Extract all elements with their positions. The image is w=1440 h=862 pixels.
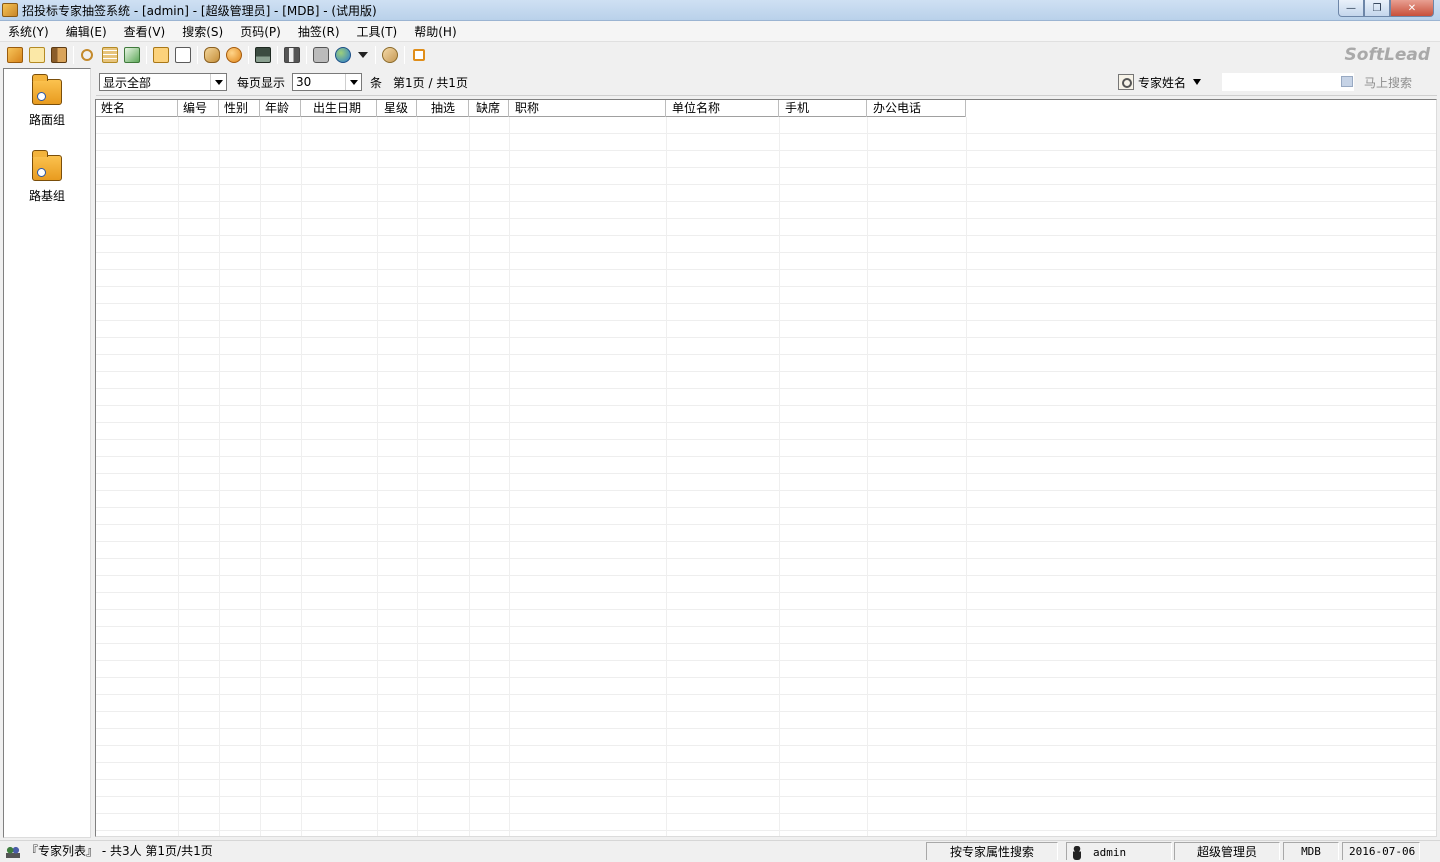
toolbar: SoftLead xyxy=(0,43,1440,67)
col-header-absent[interactable]: 缺席 xyxy=(469,100,509,117)
group-label: 路基组 xyxy=(28,189,65,203)
status-db: MDB xyxy=(1283,842,1339,860)
toolbar-separator xyxy=(248,46,249,64)
menu-system[interactable]: 系统(Y) xyxy=(0,23,58,40)
copy-icon[interactable] xyxy=(153,47,169,63)
col-header-gender[interactable]: 性别 xyxy=(219,100,260,117)
ball-icon[interactable] xyxy=(226,47,242,63)
window-title: 招投标专家抽签系统 - [admin] - [超级管理员] - [MDB] - … xyxy=(22,3,377,18)
handshake-icon[interactable] xyxy=(204,47,220,63)
status-role: 超级管理员 xyxy=(1174,842,1280,860)
database-icon[interactable] xyxy=(313,47,329,63)
display-filter-select[interactable]: 显示全部 xyxy=(99,73,227,91)
toolbar-separator xyxy=(73,46,74,64)
grid-icon[interactable] xyxy=(102,47,118,63)
people-icon xyxy=(6,845,20,858)
minimize-button[interactable]: — xyxy=(1338,0,1364,17)
globe-icon[interactable] xyxy=(335,47,351,63)
toolbar-separator xyxy=(375,46,376,64)
col-header-office-phone[interactable]: 办公电话 xyxy=(867,100,966,117)
menu-bar: 系统(Y) 编辑(E) 查看(V) 搜索(S) 页码(P) 抽签(R) 工具(T… xyxy=(0,21,1440,42)
title-bar: 招投标专家抽签系统 - [admin] - [超级管理员] - [MDB] - … xyxy=(0,0,1440,21)
toolbar-separator xyxy=(277,46,278,64)
unit-label: 条 xyxy=(370,76,383,90)
toolbar-separator xyxy=(146,46,147,64)
col-header-selected[interactable]: 抽选 xyxy=(417,100,469,117)
display-filter-value: 显示全部 xyxy=(103,75,152,90)
toolbar-separator xyxy=(197,46,198,64)
col-header-mobile[interactable]: 手机 xyxy=(779,100,867,117)
col-header-star-level[interactable]: 星级 xyxy=(377,100,417,117)
page-info: 第1页 / 共1页 xyxy=(393,76,468,90)
table-body[interactable] xyxy=(96,117,1436,836)
expert-table[interactable]: 姓名 编号 性别 年龄 出生日期 星级 抽选 缺席 职称 单位名称 手机 办公电… xyxy=(95,99,1437,837)
status-user: admin xyxy=(1066,842,1172,860)
folder-icon xyxy=(32,74,62,105)
toolbar-separator xyxy=(306,46,307,64)
sidebar-group-road-surface[interactable]: 路面组 xyxy=(4,74,90,128)
menu-draw[interactable]: 抽签(R) xyxy=(290,23,349,40)
chevron-down-icon xyxy=(1193,79,1202,85)
menu-tools[interactable]: 工具(T) xyxy=(349,23,407,40)
col-header-name[interactable]: 姓名 xyxy=(96,100,178,117)
menu-search[interactable]: 搜索(S) xyxy=(174,23,232,40)
exit-icon[interactable] xyxy=(413,49,425,61)
toolbar-separator xyxy=(404,46,405,64)
status-date: 2016-07-06 xyxy=(1342,842,1420,860)
search-input[interactable] xyxy=(1222,73,1354,91)
search-field-button[interactable]: 专家姓名 xyxy=(1118,72,1202,92)
person-icon xyxy=(1073,845,1081,860)
window-controls: — ❐ ✕ xyxy=(1338,0,1434,17)
per-page-select[interactable]: 30 xyxy=(292,73,362,91)
tools-icon[interactable] xyxy=(284,47,300,63)
chevron-down-icon[interactable] xyxy=(345,74,361,90)
sidebar-group-roadbed[interactable]: 路基组 xyxy=(4,150,90,204)
paste-icon[interactable] xyxy=(175,47,191,63)
menu-view[interactable]: 查看(V) xyxy=(116,23,175,40)
col-header-birthdate[interactable]: 出生日期 xyxy=(301,100,377,117)
col-header-org[interactable]: 单位名称 xyxy=(666,100,779,117)
close-button[interactable]: ✕ xyxy=(1390,0,1434,17)
dropdown-icon[interactable] xyxy=(358,52,368,58)
status-search-mode: 按专家属性搜索 xyxy=(926,842,1058,860)
search-history-icon[interactable] xyxy=(1341,76,1353,87)
status-list-info: 『专家列表』 - 共3人 第1页/共1页 xyxy=(6,842,213,860)
book-icon[interactable] xyxy=(51,47,67,63)
search-icon xyxy=(1118,74,1134,90)
status-list-text: 『专家列表』 - 共3人 第1页/共1页 xyxy=(26,844,213,858)
per-page-label: 每页显示 xyxy=(237,76,286,90)
quick-search-button[interactable]: 马上搜索 xyxy=(1364,74,1412,91)
menu-page[interactable]: 页码(P) xyxy=(232,23,290,40)
filter-bar: 显示全部 每页显示 30 条 第1页 / 共1页 专家姓名 马上搜索 xyxy=(96,68,1437,96)
maximize-button[interactable]: ❐ xyxy=(1364,0,1390,17)
col-header-title[interactable]: 职称 xyxy=(509,100,666,117)
group-sidebar: 路面组 路基组 xyxy=(3,68,91,838)
find-icon[interactable] xyxy=(81,49,93,61)
menu-help[interactable]: 帮助(H) xyxy=(406,23,465,40)
col-header-age[interactable]: 年龄 xyxy=(260,100,301,117)
chevron-down-icon[interactable] xyxy=(210,74,226,90)
save-icon[interactable] xyxy=(255,47,271,63)
search-field-label: 专家姓名 xyxy=(1138,75,1187,90)
open-icon[interactable] xyxy=(7,47,23,63)
table-header: 姓名 编号 性别 年龄 出生日期 星级 抽选 缺席 职称 单位名称 手机 办公电… xyxy=(96,100,966,117)
status-user-name: admin xyxy=(1093,846,1127,859)
export-icon[interactable] xyxy=(124,47,140,63)
status-bar: 『专家列表』 - 共3人 第1页/共1页 按专家属性搜索 admin 超级管理员… xyxy=(0,840,1440,860)
brand-logo: SoftLead xyxy=(1344,45,1430,65)
per-page-value: 30 xyxy=(296,75,312,89)
user-icon[interactable] xyxy=(382,47,398,63)
folder-icon xyxy=(32,150,62,181)
col-header-number[interactable]: 编号 xyxy=(178,100,219,117)
app-icon xyxy=(2,3,18,17)
group-label: 路面组 xyxy=(28,113,65,127)
note-icon[interactable] xyxy=(29,47,45,63)
menu-edit[interactable]: 编辑(E) xyxy=(58,23,116,40)
